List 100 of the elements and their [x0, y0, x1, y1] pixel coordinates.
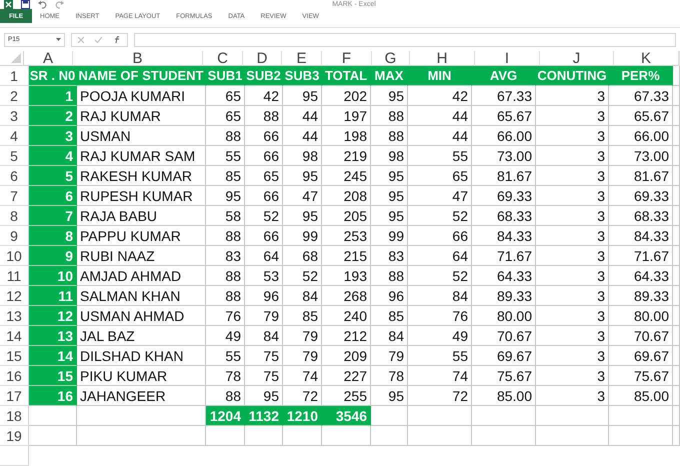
table-cell: 47 — [408, 186, 472, 206]
table-cell: 88 — [371, 106, 408, 126]
table-cell: 95 — [371, 386, 408, 406]
table-cell: RAJ KUMAR SAM — [77, 146, 206, 166]
table-cell: 47 — [283, 186, 322, 206]
column-title: MAX — [371, 66, 408, 86]
table-cell: 65.67 — [472, 106, 536, 126]
table-cell: 74 — [408, 366, 472, 386]
table-cell: 9 — [29, 246, 77, 266]
table-cell: SALMAN KHAN — [77, 286, 206, 306]
table-cell: 66.00 — [472, 126, 536, 146]
table-cell: 208 — [322, 186, 371, 206]
table-cell: 52 — [408, 266, 472, 286]
table-cell: 53 — [245, 266, 283, 286]
table-cell: 85.00 — [609, 386, 673, 406]
table-cell: 73.00 — [609, 146, 673, 166]
table-cell: 1210 — [283, 406, 322, 426]
table-cell: 198 — [322, 126, 371, 146]
table-cell: 65.67 — [609, 106, 673, 126]
table-cell: 95 — [371, 206, 408, 226]
table-cell: 64 — [408, 246, 472, 266]
excel-logo-icon — [4, 0, 13, 10]
table-cell: 3546 — [322, 406, 371, 426]
table-cell: 84.33 — [609, 226, 673, 246]
table-cell: 3 — [536, 226, 609, 246]
table-cell: USMAN — [77, 126, 206, 146]
table-cell: 81.67 — [609, 166, 673, 186]
table-cell: USMAN AHMAD — [77, 306, 206, 326]
table-cell: 99 — [283, 226, 322, 246]
table-cell: 3 — [536, 366, 609, 386]
table-cell: 10 — [29, 266, 77, 286]
table-cell: 66 — [245, 226, 283, 246]
table-cell: 253 — [322, 226, 371, 246]
table-cell: 73.00 — [472, 146, 536, 166]
table-cell: RAKESH KUMAR — [77, 166, 206, 186]
row-header[interactable] — [0, 446, 29, 466]
table-cell: 83 — [371, 246, 408, 266]
table-cell: AMJAD AHMAD — [77, 266, 206, 286]
table-cell: 240 — [322, 306, 371, 326]
table-cell: 49 — [408, 326, 472, 346]
table-cell: 72 — [408, 386, 472, 406]
column-title: SUB1 — [206, 66, 245, 86]
table-cell: 3 — [536, 166, 609, 186]
table-cell: 6 — [29, 186, 77, 206]
table-cell: 13 — [29, 326, 77, 346]
table-cell: RAJ KUMAR — [77, 106, 206, 126]
table-cell: 88 — [371, 126, 408, 146]
table-cell: 205 — [322, 206, 371, 226]
table-cell: 215 — [322, 246, 371, 266]
table-cell: 1204 — [206, 406, 245, 426]
table-cell: 75.67 — [609, 366, 673, 386]
column-title: TOTAL — [322, 66, 371, 86]
table-cell: 88 — [206, 266, 245, 286]
table-cell: 49 — [206, 326, 245, 346]
table-cell: 245 — [322, 166, 371, 186]
table-cell: 3 — [536, 306, 609, 326]
table-cell: 69.33 — [472, 186, 536, 206]
table-cell: 75 — [245, 366, 283, 386]
table-cell: PAPPU KUMAR — [77, 226, 206, 246]
table-cell: 95 — [371, 186, 408, 206]
undo-icon[interactable] — [38, 0, 47, 10]
table-cell: 95 — [283, 206, 322, 226]
table-cell: 58 — [206, 206, 245, 226]
table-cell: 95 — [283, 166, 322, 186]
table-cell: 3 — [536, 266, 609, 286]
table-cell: 78 — [371, 366, 408, 386]
table-cell: 55 — [408, 346, 472, 366]
table-cell: 71.67 — [609, 246, 673, 266]
table-cell: 88 — [371, 266, 408, 286]
table-cell: 4 — [29, 146, 77, 166]
redo-icon[interactable] — [55, 0, 64, 10]
dropdown-icon[interactable] — [56, 38, 61, 42]
table-cell: 193 — [322, 266, 371, 286]
table-cell: RUPESH KUMAR — [77, 186, 206, 206]
table-cell: 84.33 — [472, 226, 536, 246]
table-cell: 75 — [245, 346, 283, 366]
table-cell: 76 — [408, 306, 472, 326]
table-cell: 84 — [245, 326, 283, 346]
table-cell: 95 — [245, 386, 283, 406]
table-cell: 74 — [283, 366, 322, 386]
table-cell: 88 — [206, 386, 245, 406]
table-cell: 68 — [283, 246, 322, 266]
table-cell: 80.00 — [472, 306, 536, 326]
check-icon[interactable] — [95, 36, 102, 43]
function-icon[interactable] — [114, 36, 122, 44]
table-cell: RUBI NAAZ — [77, 246, 206, 266]
table-cell: 3 — [536, 326, 609, 346]
table-cell: 202 — [322, 86, 371, 106]
save-icon[interactable] — [21, 0, 30, 10]
column-title: MIN — [408, 66, 472, 86]
table-cell: 255 — [322, 386, 371, 406]
column-title: SUB2 — [245, 66, 283, 86]
column-title: SUB3 — [283, 66, 322, 86]
table-cell: 12 — [29, 306, 77, 326]
cancel-icon[interactable] — [78, 36, 84, 43]
table-cell: 83 — [206, 246, 245, 266]
table-cell: 68.33 — [609, 206, 673, 226]
corner-triangle-icon[interactable] — [11, 53, 21, 63]
table-cell: 89.33 — [472, 286, 536, 306]
table-cell: 65 — [206, 86, 245, 106]
